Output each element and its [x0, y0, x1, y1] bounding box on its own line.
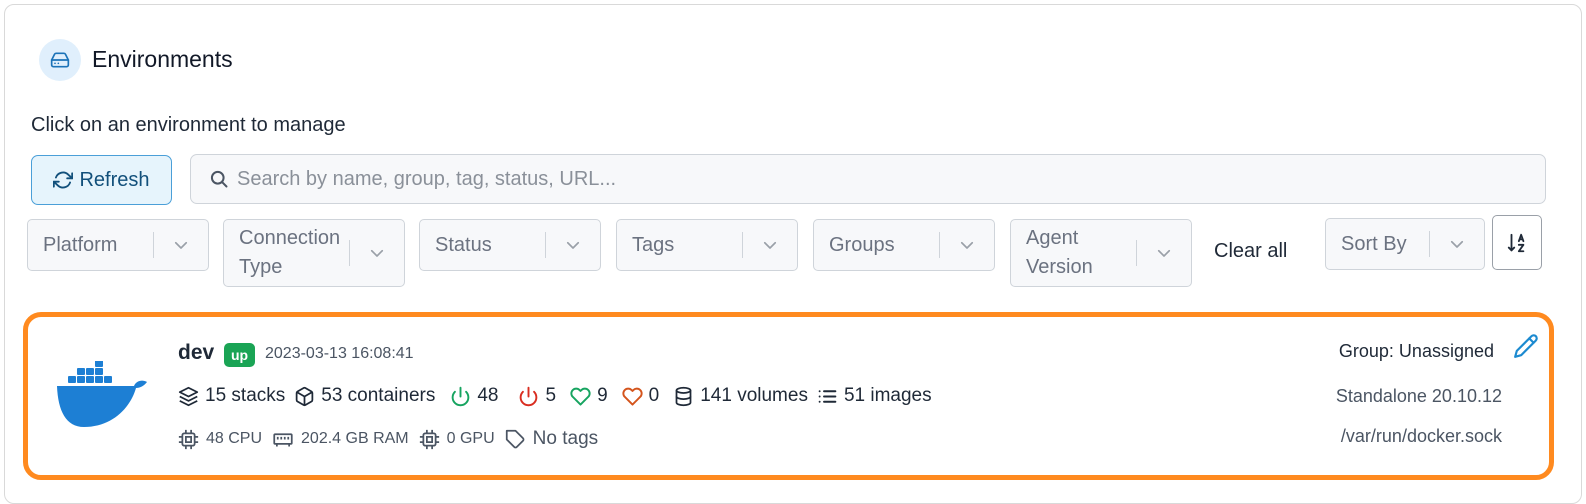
volumes-stat: 141 volumes	[673, 385, 808, 407]
filter-platform[interactable]: Platform	[27, 219, 209, 271]
chevron-down-icon	[940, 236, 994, 254]
chevron-down-icon	[743, 236, 797, 254]
sort-by-label: Sort By	[1341, 232, 1407, 255]
heart-unhealthy-icon	[622, 387, 643, 406]
edit-pencil-icon[interactable]	[1513, 333, 1539, 364]
unhealthy-stat: 0	[622, 385, 660, 407]
ram-stat: 202.4 GB RAM	[272, 429, 409, 450]
chevron-down-icon	[350, 244, 404, 262]
environment-resources: 48 CPU 202.4 GB RAM 0 GPU No tags	[178, 427, 608, 451]
docker-logo-icon	[56, 360, 148, 434]
chevron-down-icon	[1430, 235, 1484, 253]
gpu-icon	[419, 429, 439, 449]
tags-stat: No tags	[505, 428, 598, 450]
stacks-stat: 15 stacks	[178, 385, 285, 407]
stopped-stat: 5	[518, 385, 556, 407]
tag-icon	[505, 429, 525, 448]
clear-all-button[interactable]: Clear all	[1214, 240, 1287, 263]
hard-drive-icon	[39, 39, 81, 81]
containers-stat: 53 containers	[294, 385, 435, 407]
filter-agent-version[interactable]: Agent Version	[1010, 219, 1192, 287]
healthy-count: 9	[597, 385, 608, 406]
chevron-down-icon	[154, 236, 208, 254]
filter-agent-version-label: Agent Version	[1026, 227, 1093, 278]
environments-panel: Environments Click on an environment to …	[4, 4, 1582, 504]
refresh-icon	[53, 171, 74, 189]
refresh-label: Refresh	[79, 168, 150, 191]
power-on-icon	[452, 386, 470, 406]
environment-card[interactable]: dev up 2023-03-13 16:08:41 15 stacks 53 …	[23, 312, 1554, 480]
volumes-count: 141 volumes	[700, 385, 808, 406]
healthy-stat: 9	[570, 385, 608, 407]
layers-icon	[178, 386, 199, 406]
environment-platform: Standalone 20.10.12	[1335, 386, 1502, 406]
chevron-down-icon	[546, 236, 600, 254]
power-off-icon	[520, 386, 538, 406]
filter-connection-type-label: Connection Type	[239, 227, 341, 278]
stacks-count: 15 stacks	[205, 385, 286, 406]
images-count: 51 images	[843, 385, 932, 406]
environment-group: Group: Unassigned	[1338, 341, 1494, 361]
search-input[interactable]	[237, 167, 1545, 191]
tags-value: No tags	[532, 428, 599, 449]
refresh-button[interactable]: Refresh	[31, 155, 172, 205]
filter-tags-label: Tags	[632, 233, 675, 256]
status-badge: up	[224, 343, 256, 367]
gpu-value: 0 GPU	[446, 430, 495, 447]
filter-groups[interactable]: Groups	[813, 219, 995, 271]
ram-value: 202.4 GB RAM	[301, 430, 409, 447]
box-icon	[296, 386, 314, 406]
cpu-value: 48 CPU	[206, 430, 263, 447]
filter-tags[interactable]: Tags	[616, 219, 798, 271]
sort-by-select[interactable]: Sort By	[1325, 218, 1485, 270]
cpu-stat: 48 CPU	[178, 429, 262, 450]
containers-count: 53 containers	[321, 385, 436, 406]
filter-status-label: Status	[435, 233, 492, 256]
list-icon	[818, 389, 837, 403]
images-stat: 51 images	[817, 385, 932, 407]
running-stat: 48	[450, 385, 498, 407]
environment-name: dev	[178, 341, 215, 364]
sort-alpha-asc-icon	[1507, 233, 1525, 252]
running-count: 48	[477, 385, 499, 406]
environment-timestamp: 2023-03-13 16:08:41	[265, 345, 414, 362]
sort-direction-button[interactable]	[1492, 215, 1542, 270]
cpu-icon	[178, 429, 199, 449]
stopped-count: 5	[545, 385, 557, 406]
chevron-down-icon	[1137, 244, 1191, 262]
page-subtitle: Click on an environment to manage	[31, 114, 346, 136]
gpu-stat: 0 GPU	[419, 429, 495, 450]
database-icon	[675, 386, 692, 406]
search-icon	[210, 170, 228, 188]
search-box[interactable]	[190, 154, 1546, 204]
memory-icon	[273, 432, 293, 446]
unhealthy-count: 0	[648, 385, 660, 406]
filter-groups-label: Groups	[829, 233, 895, 256]
heart-healthy-icon	[570, 387, 591, 406]
page-title: Environments	[92, 46, 233, 72]
filter-connection-type[interactable]: Connection Type	[223, 219, 405, 287]
filter-status[interactable]: Status	[419, 219, 601, 271]
environment-url: /var/run/docker.sock	[1340, 426, 1502, 446]
filter-platform-label: Platform	[43, 233, 118, 256]
environment-stats: 15 stacks 53 containers 48 5 9 0 141 vol…	[178, 383, 941, 409]
